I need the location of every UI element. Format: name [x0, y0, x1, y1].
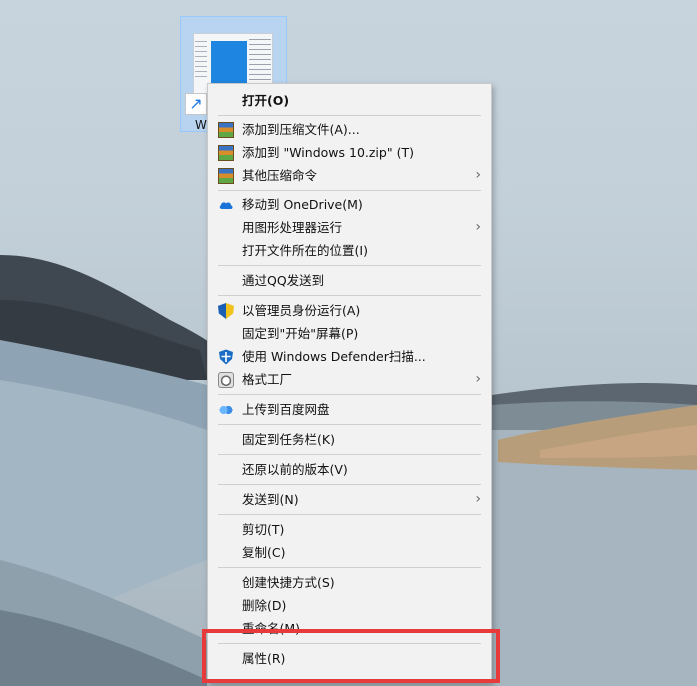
winrar-icon: [218, 122, 234, 138]
menu-item-format-factory[interactable]: 格式工厂 ›: [208, 368, 491, 391]
menu-item-run-admin[interactable]: 以管理员身份运行(A): [208, 299, 491, 322]
menu-item-label: 用图形处理器运行: [242, 220, 343, 235]
menu-item-label: 通过QQ发送到: [242, 273, 325, 288]
shortcut-arrow-icon: ↗: [185, 93, 207, 115]
shortcut-label: W: [195, 118, 207, 132]
menu-item-label: 添加到 "Windows 10.zip" (T): [242, 145, 414, 160]
menu-item-label: 其他压缩命令: [242, 168, 318, 183]
menu-item-label: 固定到"开始"屏幕(P): [242, 326, 359, 341]
menu-item-cut[interactable]: 剪切(T): [208, 518, 491, 541]
menu-item-move-onedrive[interactable]: 移动到 OneDrive(M): [208, 193, 491, 216]
menu-separator: [218, 115, 481, 116]
uac-shield-icon: [218, 303, 234, 319]
menu-item-add-zip[interactable]: 添加到 "Windows 10.zip" (T): [208, 141, 491, 164]
menu-item-pin-start[interactable]: 固定到"开始"屏幕(P): [208, 322, 491, 345]
menu-item-upload-baidu[interactable]: 上传到百度网盘: [208, 398, 491, 421]
menu-separator: [218, 394, 481, 395]
menu-separator: [218, 424, 481, 425]
menu-separator: [218, 190, 481, 191]
document-thumbnail-sidebar: [195, 41, 207, 81]
menu-item-label: 发送到(N): [242, 492, 299, 507]
menu-item-send-qq[interactable]: 通过QQ发送到: [208, 269, 491, 292]
menu-item-create-shortcut[interactable]: 创建快捷方式(S): [208, 571, 491, 594]
menu-item-label: 还原以前的版本(V): [242, 462, 348, 477]
menu-item-label: 创建快捷方式(S): [242, 575, 335, 590]
menu-item-label: 格式工厂: [242, 372, 293, 387]
menu-separator: [218, 484, 481, 485]
menu-item-label: 打开(O): [242, 93, 290, 108]
menu-separator: [218, 295, 481, 296]
menu-separator: [218, 265, 481, 266]
menu-item-label: 删除(D): [242, 598, 287, 613]
menu-item-label: 添加到压缩文件(A)...: [242, 122, 360, 137]
menu-item-send-to[interactable]: 发送到(N) ›: [208, 488, 491, 511]
menu-item-restore-previous[interactable]: 还原以前的版本(V): [208, 458, 491, 481]
menu-item-copy[interactable]: 复制(C): [208, 541, 491, 564]
menu-item-defender-scan[interactable]: 使用 Windows Defender扫描...: [208, 345, 491, 368]
onedrive-cloud-icon: [218, 197, 234, 213]
highlight-box: [202, 629, 500, 683]
menu-item-open[interactable]: 打开(O): [208, 89, 491, 112]
menu-item-open-location[interactable]: 打开文件所在的位置(I): [208, 239, 491, 262]
menu-item-label: 剪切(T): [242, 522, 285, 537]
menu-item-label: 复制(C): [242, 545, 286, 560]
chevron-right-icon: ›: [475, 371, 481, 387]
chevron-right-icon: ›: [475, 219, 481, 235]
chevron-right-icon: ›: [475, 491, 481, 507]
menu-item-other-compress[interactable]: 其他压缩命令 ›: [208, 164, 491, 187]
chevron-right-icon: ›: [475, 167, 481, 183]
menu-item-label: 固定到任务栏(K): [242, 432, 335, 447]
winrar-icon: [218, 168, 234, 184]
menu-separator: [218, 454, 481, 455]
menu-item-delete[interactable]: 删除(D): [208, 594, 491, 617]
menu-separator: [218, 567, 481, 568]
baidu-netdisk-icon: [218, 402, 234, 418]
menu-item-label: 使用 Windows Defender扫描...: [242, 349, 426, 364]
menu-separator: [218, 514, 481, 515]
menu-item-label: 以管理员身份运行(A): [242, 303, 361, 318]
winrar-icon: [218, 145, 234, 161]
context-menu: 打开(O) 添加到压缩文件(A)... 添加到 "Windows 10.zip"…: [207, 83, 492, 683]
menu-item-pin-taskbar[interactable]: 固定到任务栏(K): [208, 428, 491, 451]
menu-item-add-archive[interactable]: 添加到压缩文件(A)...: [208, 118, 491, 141]
menu-item-gpu-run[interactable]: 用图形处理器运行 ›: [208, 216, 491, 239]
menu-item-label: 打开文件所在的位置(I): [242, 243, 368, 258]
defender-shield-icon: [218, 349, 234, 365]
menu-item-label: 上传到百度网盘: [242, 402, 330, 417]
menu-item-label: 移动到 OneDrive(M): [242, 197, 363, 212]
format-factory-icon: [218, 372, 234, 388]
